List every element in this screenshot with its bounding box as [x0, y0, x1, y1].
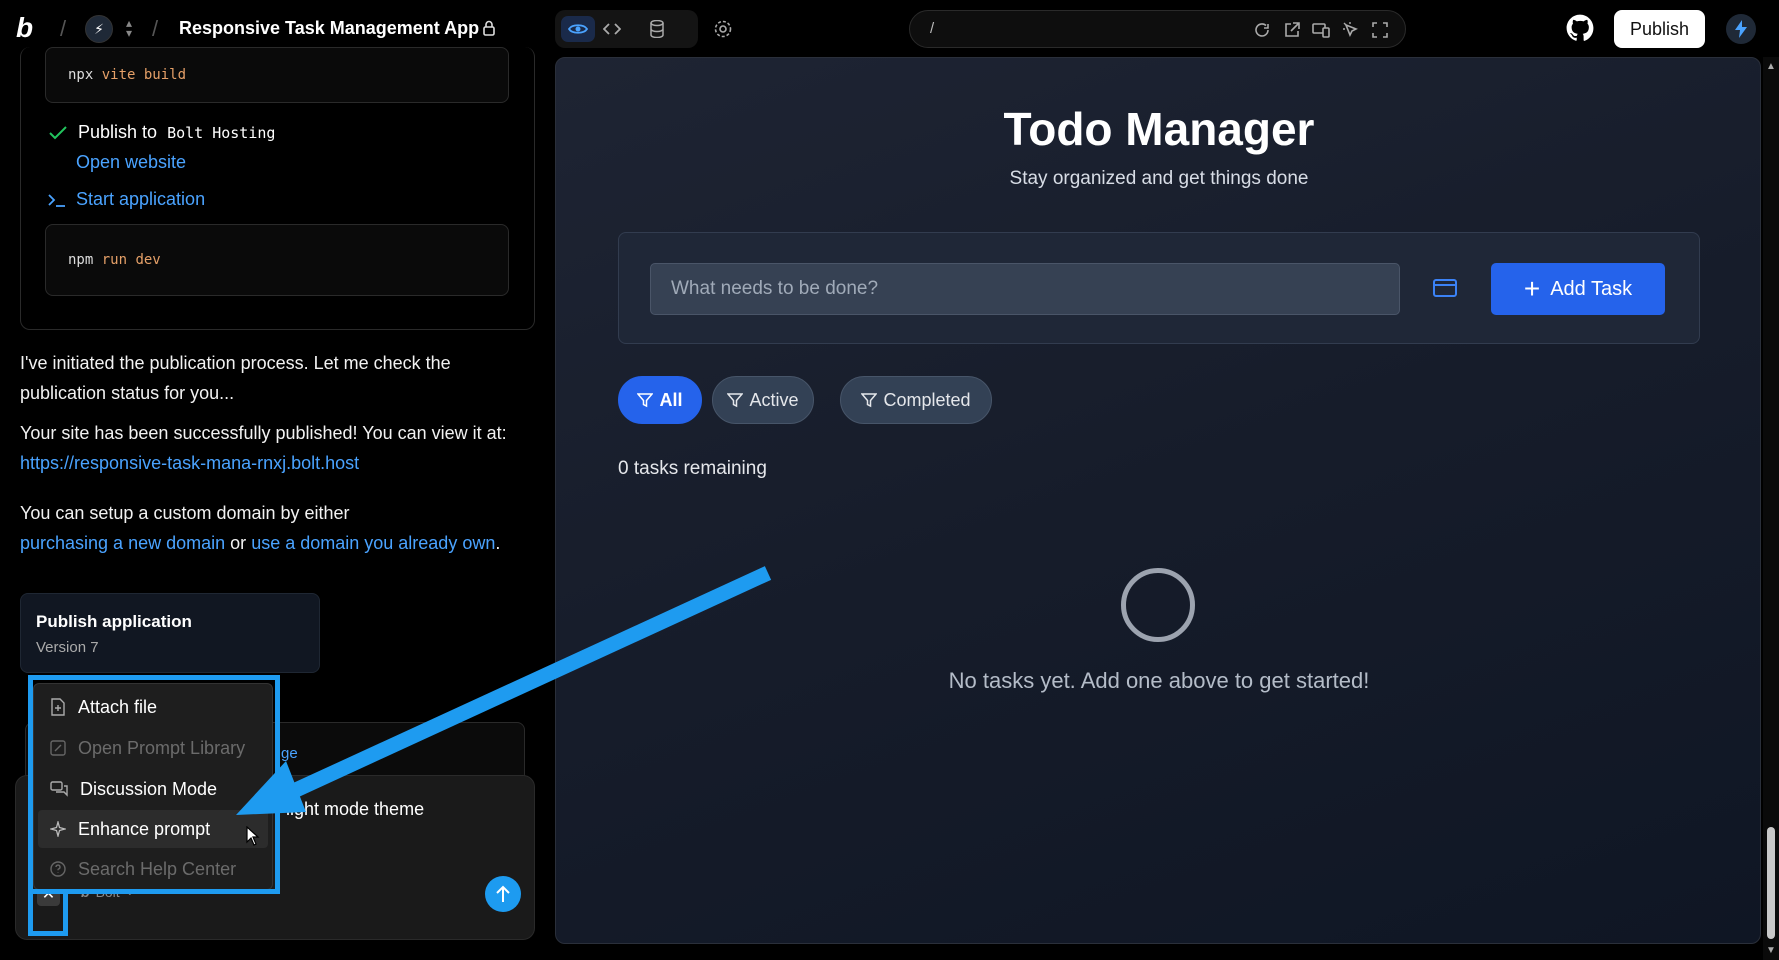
annotation-highlight-close-button: [28, 894, 68, 936]
dev-command-block: npm run dev: [45, 224, 509, 296]
publish-application-card[interactable]: Publish application Version 7: [20, 593, 320, 673]
address-path[interactable]: /: [930, 20, 934, 37]
site-url-link[interactable]: https://responsive-task-mana-rnxj.bolt.h…: [20, 453, 359, 473]
build-command-block: npx vite build: [45, 47, 509, 103]
assistant-message: I've initiated the publication process. …: [20, 353, 451, 403]
code-command: npx: [68, 67, 94, 83]
chevron-updown-icon[interactable]: ▴ ▾: [126, 17, 132, 39]
devices-icon[interactable]: [1312, 21, 1330, 39]
purchase-domain-link[interactable]: purchasing a new domain: [20, 533, 225, 553]
add-task-card: + Add Task: [618, 232, 1700, 344]
app-preview: Todo Manager Stay organized and get thin…: [555, 57, 1761, 944]
scroll-down-icon[interactable]: ▼: [1766, 945, 1776, 956]
settings-gear-icon[interactable]: [713, 19, 733, 39]
address-bar[interactable]: /: [909, 10, 1406, 48]
assistant-message: You can setup a custom domain by either …: [20, 498, 540, 558]
message-text: You can setup a custom domain by either: [20, 503, 350, 523]
filter-completed-button[interactable]: Completed: [840, 376, 992, 424]
start-application-label: Start application: [76, 189, 206, 209]
own-domain-link[interactable]: use a domain you already own: [251, 533, 495, 553]
external-link-icon[interactable]: [1283, 21, 1301, 39]
publish-card-title: Publish application: [36, 612, 192, 631]
element-select-icon[interactable]: [1342, 21, 1360, 39]
message-text: Your site has been successfully publishe…: [20, 423, 507, 443]
code-icon[interactable]: [595, 16, 629, 42]
add-task-label: Add Task: [1550, 277, 1633, 300]
preview-scrollbar[interactable]: ▲ ▼: [1763, 57, 1779, 960]
view-toggle-group: [555, 10, 698, 48]
tasks-remaining: 0 tasks remaining: [618, 458, 767, 479]
suggestion-text: ge: [281, 745, 298, 762]
filter-active-button[interactable]: Active: [712, 376, 814, 424]
fullscreen-icon[interactable]: [1371, 21, 1389, 39]
start-application-step[interactable]: Start application: [48, 189, 205, 210]
filter-all-button[interactable]: All: [618, 376, 702, 424]
publish-step-label: Publish to: [78, 122, 158, 142]
filter-icon: [727, 393, 744, 408]
separator: /: [152, 16, 159, 41]
publish-button[interactable]: Publish: [1614, 10, 1705, 48]
arrow-up-icon: [496, 885, 510, 902]
publish-card-version: Version 7: [36, 639, 99, 656]
code-command: npm: [68, 252, 94, 268]
filter-label: Active: [749, 389, 799, 410]
app-subtitle: Stay organized and get things done: [1009, 168, 1309, 189]
filter-label: All: [659, 389, 683, 410]
filter-icon: [637, 393, 654, 408]
app-title: Todo Manager: [1003, 103, 1315, 155]
publish-step: Publish to Bolt Hosting: [48, 122, 275, 143]
annotation-highlight-menu: [28, 675, 280, 894]
filter-label: Completed: [883, 389, 971, 410]
separator: /: [60, 16, 67, 41]
filter-icon: [861, 393, 878, 408]
task-input[interactable]: [650, 263, 1400, 315]
reload-icon[interactable]: [1253, 21, 1271, 39]
empty-state-message: No tasks yet. Add one above to get start…: [948, 668, 1370, 693]
code-args: run dev: [101, 252, 161, 268]
prompt-text[interactable]: light mode theme: [286, 799, 424, 820]
scroll-thumb[interactable]: [1767, 827, 1775, 939]
empty-state-circle-icon: [1121, 568, 1195, 642]
send-button[interactable]: [485, 876, 521, 912]
project-title[interactable]: Responsive Task Management App: [179, 18, 479, 39]
bolt-icon[interactable]: ⚡: [85, 15, 113, 43]
terminal-icon: [48, 193, 65, 207]
publish-target: Bolt Hosting: [167, 123, 276, 142]
preview-eye-icon[interactable]: [561, 16, 595, 42]
add-task-button[interactable]: + Add Task: [1491, 263, 1665, 315]
credit-card-icon[interactable]: [1433, 279, 1457, 297]
message-text: .: [495, 533, 501, 553]
bolt-logo[interactable]: b: [16, 14, 33, 42]
message-text: or: [230, 533, 247, 553]
lock-icon: [483, 20, 495, 36]
database-icon[interactable]: [640, 16, 674, 42]
bolt-account-icon[interactable]: [1726, 14, 1756, 44]
code-args: vite build: [101, 67, 187, 83]
github-icon[interactable]: [1566, 14, 1594, 42]
scroll-up-icon[interactable]: ▲: [1766, 61, 1776, 72]
plus-icon: +: [1523, 273, 1541, 304]
assistant-message: Your site has been successfully publishe…: [20, 418, 540, 478]
check-icon: [49, 125, 67, 139]
open-website-link[interactable]: Open website: [76, 152, 186, 173]
